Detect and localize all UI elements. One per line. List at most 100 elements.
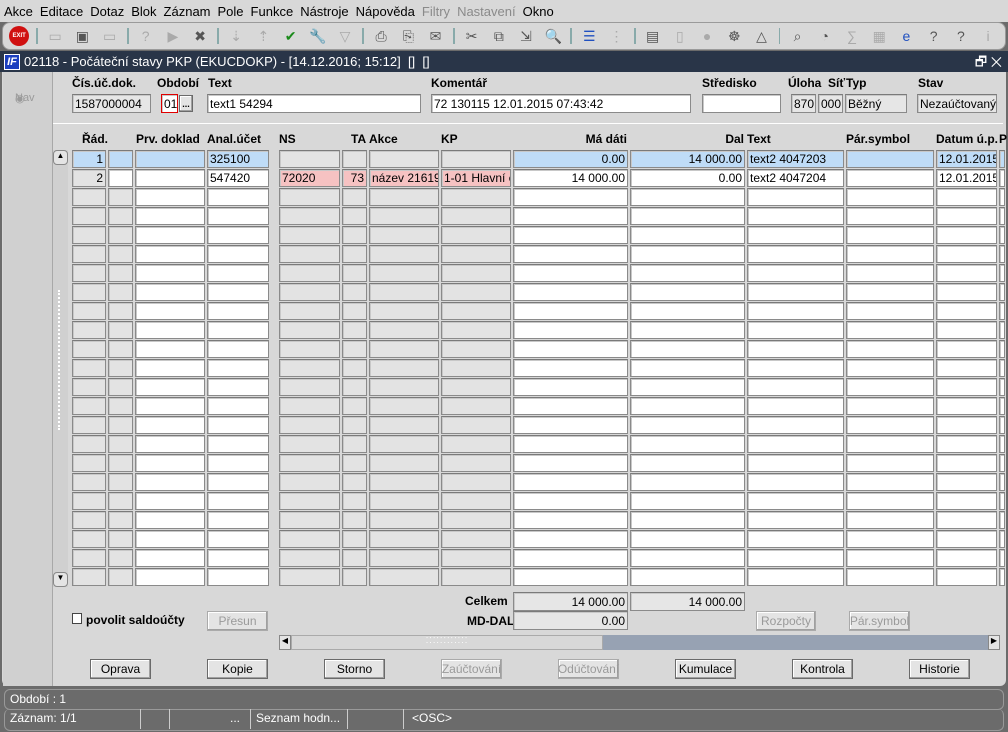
menu-10[interactable]: Nastavení xyxy=(457,4,516,19)
cell-c2[interactable] xyxy=(108,340,133,358)
insert-record-icon[interactable]: ▭ xyxy=(45,26,65,46)
cell-extra[interactable] xyxy=(999,283,1005,301)
cell-akce[interactable] xyxy=(369,264,439,282)
cell-par[interactable] xyxy=(846,226,934,244)
cell-kp[interactable] xyxy=(441,207,511,225)
cell-datum[interactable] xyxy=(936,416,997,434)
cell-prv[interactable] xyxy=(135,188,205,206)
sit-field[interactable]: 000 xyxy=(818,94,843,113)
rozpocty-button[interactable]: Rozpočty xyxy=(756,611,816,631)
cell-akce[interactable] xyxy=(369,568,439,586)
cell-prv[interactable] xyxy=(135,169,205,187)
cell-ns[interactable] xyxy=(279,397,340,415)
cell-dal[interactable] xyxy=(630,454,745,472)
cell-akce[interactable] xyxy=(369,549,439,567)
cell-ta[interactable] xyxy=(342,511,367,529)
cell-kp[interactable] xyxy=(441,473,511,491)
wrench-icon[interactable]: 🔧 xyxy=(308,26,328,46)
cell-dal[interactable] xyxy=(630,492,745,510)
columns-icon[interactable]: ⋮ xyxy=(606,26,626,46)
cell-akce[interactable] xyxy=(369,435,439,453)
cell-datum[interactable]: 12.01.2015 xyxy=(936,169,997,187)
cell-text[interactable] xyxy=(747,568,844,586)
cell-akce[interactable] xyxy=(369,283,439,301)
cut-icon[interactable]: ✂ xyxy=(462,26,482,46)
cell-rad[interactable] xyxy=(72,511,106,529)
cell-extra[interactable] xyxy=(999,340,1005,358)
cell-akce[interactable] xyxy=(369,397,439,415)
cell-anal[interactable]: 325100 xyxy=(207,150,269,168)
cell-datum[interactable] xyxy=(936,397,997,415)
cell-ta[interactable] xyxy=(342,207,367,225)
cell-datum[interactable] xyxy=(936,207,997,225)
cell-dal[interactable] xyxy=(630,283,745,301)
cell-ta[interactable] xyxy=(342,283,367,301)
cell-extra[interactable] xyxy=(999,492,1005,510)
cell-dal[interactable]: 14 000.00 xyxy=(630,150,745,168)
cell-dal[interactable] xyxy=(630,568,745,586)
cell-anal[interactable] xyxy=(207,473,269,491)
cell-c2[interactable] xyxy=(108,264,133,282)
delete-record-icon[interactable]: ▭ xyxy=(100,26,120,46)
parsymbol-button[interactable]: Pár.symbol xyxy=(849,611,910,631)
cell-par[interactable] xyxy=(846,492,934,510)
cell-text[interactable] xyxy=(747,435,844,453)
cell-akce[interactable] xyxy=(369,340,439,358)
cell-dal[interactable] xyxy=(630,378,745,396)
cell-par[interactable] xyxy=(846,340,934,358)
cell-md[interactable] xyxy=(513,397,628,415)
menu-9[interactable]: Filtry xyxy=(422,4,450,19)
cell-ns[interactable] xyxy=(279,530,340,548)
cell-datum[interactable] xyxy=(936,530,997,548)
cell-dal[interactable] xyxy=(630,245,745,263)
cell-c2[interactable] xyxy=(108,169,133,187)
cell-extra[interactable] xyxy=(999,568,1005,586)
cell-dal[interactable] xyxy=(630,416,745,434)
zoom-icon[interactable]: 🔍 xyxy=(543,26,563,46)
cell-kp[interactable]: 1-01 Hlavní činnost xyxy=(441,169,511,187)
cell-text[interactable] xyxy=(747,245,844,263)
cell-par[interactable] xyxy=(846,359,934,377)
cell-rad[interactable] xyxy=(72,454,106,472)
cell-prv[interactable] xyxy=(135,454,205,472)
cell-prv[interactable] xyxy=(135,511,205,529)
cell-datum[interactable] xyxy=(936,359,997,377)
cell-akce[interactable] xyxy=(369,511,439,529)
cell-par[interactable] xyxy=(846,321,934,339)
save-record-icon[interactable]: ▣ xyxy=(72,26,92,46)
cell-md[interactable] xyxy=(513,359,628,377)
cell-extra[interactable] xyxy=(999,150,1005,168)
cell-kp[interactable] xyxy=(441,492,511,510)
cell-akce[interactable] xyxy=(369,207,439,225)
cell-par[interactable] xyxy=(846,150,934,168)
cell-par[interactable] xyxy=(846,530,934,548)
cell-extra[interactable] xyxy=(999,169,1005,187)
paste-icon[interactable]: ⇲ xyxy=(516,26,536,46)
oductovani-button[interactable]: Odúčtování xyxy=(558,659,619,679)
cell-ns[interactable] xyxy=(279,321,340,339)
cell-rad[interactable] xyxy=(72,264,106,282)
close-icon[interactable]: ✕ xyxy=(991,54,1002,69)
cell-anal[interactable] xyxy=(207,492,269,510)
cell-akce[interactable] xyxy=(369,150,439,168)
cell-par[interactable] xyxy=(846,454,934,472)
cell-prv[interactable] xyxy=(135,340,205,358)
glasses-icon[interactable]: ⌕ xyxy=(787,26,807,46)
cell-c2[interactable] xyxy=(108,302,133,320)
cell-rad[interactable] xyxy=(72,530,106,548)
cell-md[interactable] xyxy=(513,473,628,491)
cell-prv[interactable] xyxy=(135,397,205,415)
cell-ta[interactable] xyxy=(342,340,367,358)
cell-akce[interactable] xyxy=(369,530,439,548)
cell-c2[interactable] xyxy=(108,188,133,206)
cell-extra[interactable] xyxy=(999,416,1005,434)
cancel-query-icon[interactable]: ✖ xyxy=(190,26,210,46)
cell-text[interactable]: text2 4047203 xyxy=(747,150,844,168)
komentar-field[interactable]: 72 130115 12.01.2015 07:43:42 xyxy=(431,94,691,113)
cell-rad[interactable] xyxy=(72,302,106,320)
cell-dal[interactable] xyxy=(630,473,745,491)
cell-akce[interactable] xyxy=(369,245,439,263)
cell-datum[interactable] xyxy=(936,511,997,529)
cell-md[interactable] xyxy=(513,378,628,396)
cell-ta[interactable]: 73 xyxy=(342,169,367,187)
